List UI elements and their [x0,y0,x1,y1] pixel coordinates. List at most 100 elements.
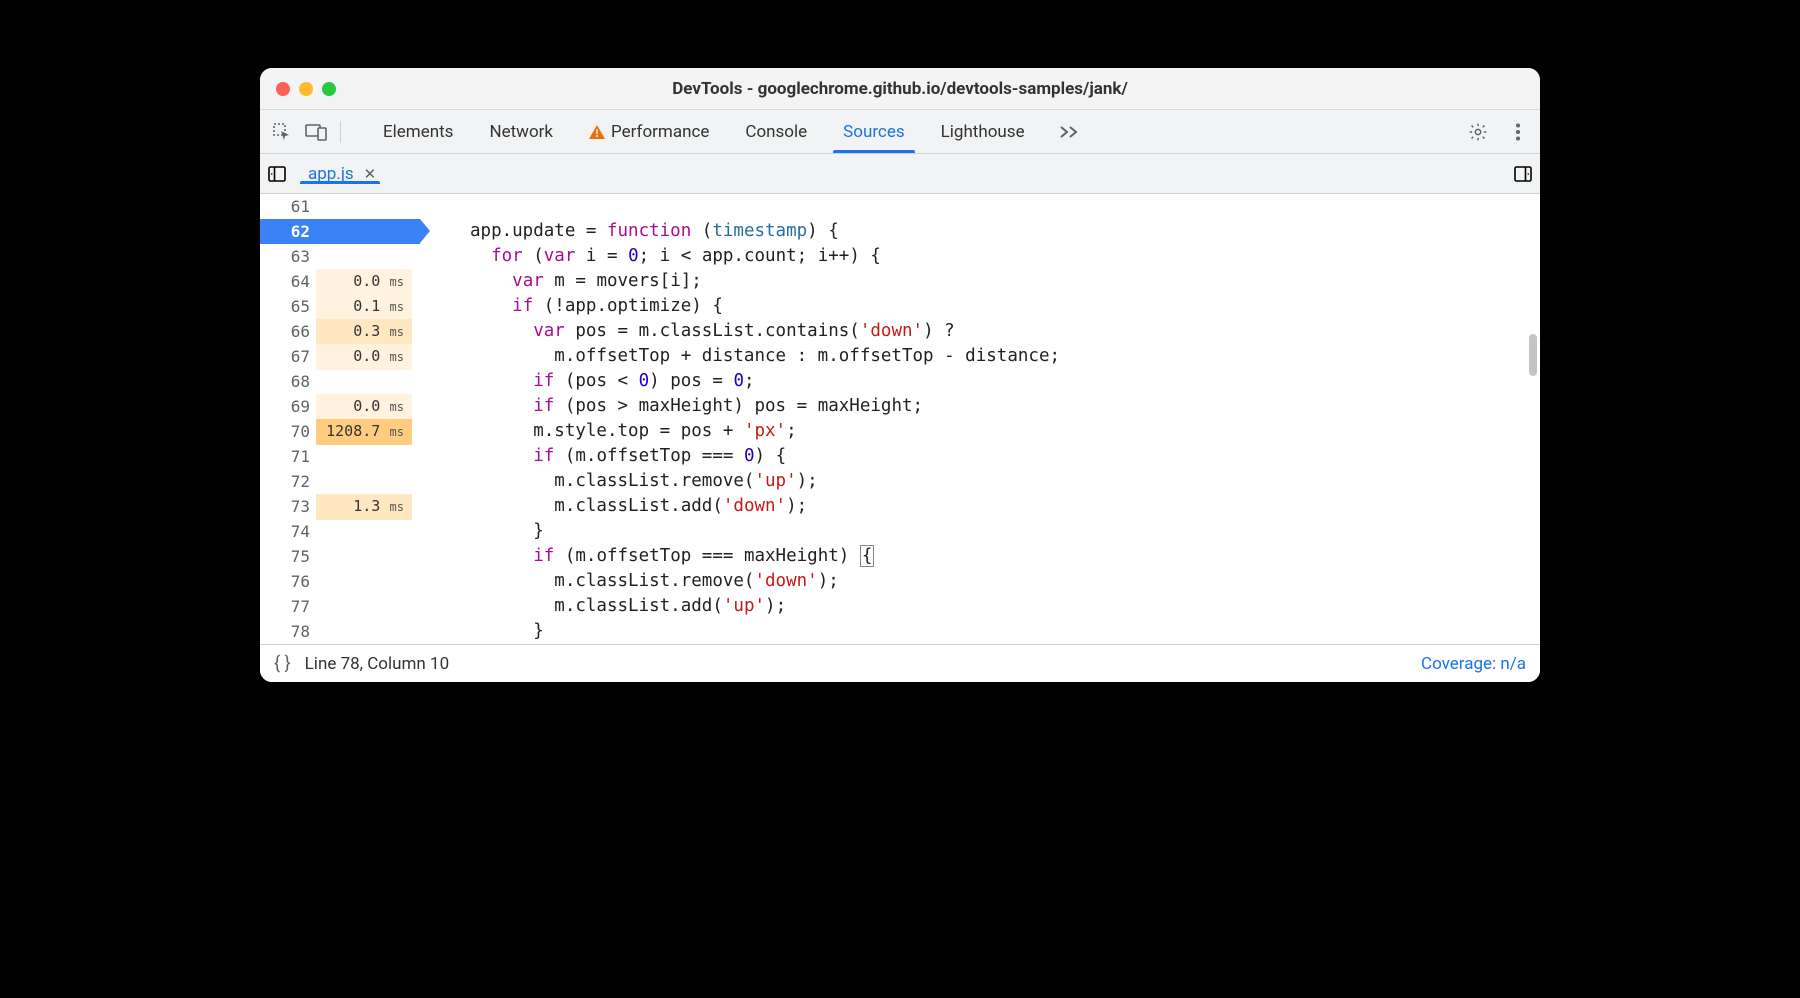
code-line[interactable]: if (pos < 0) pos = 0; [470,369,1540,394]
line-number: 69 [260,394,316,419]
gutter-row[interactable]: 78 [260,619,420,644]
code-line[interactable]: if (pos > maxHeight) pos = maxHeight; [470,394,1540,419]
gutter-row[interactable]: 75 [260,544,420,569]
tab-label: Sources [843,122,904,142]
line-number: 66 [260,319,316,344]
line-timing: 0.1 ms [316,294,412,320]
line-timing: 0.3 ms [316,319,412,345]
gutter-row[interactable]: 74 [260,519,420,544]
line-number: 78 [260,619,316,644]
gutter-row[interactable]: 650.1 ms [260,294,420,319]
code-line[interactable]: var m = movers[i]; [470,269,1540,294]
code-line[interactable]: var pos = m.classList.contains('down') ? [470,319,1540,344]
line-number: 75 [260,544,316,569]
titlebar: DevTools - googlechrome.github.io/devtoo… [260,68,1540,110]
show-navigator-icon[interactable] [268,166,286,182]
line-number: 73 [260,494,316,519]
tab-performance[interactable]: Performance [571,110,727,153]
file-tab-label: app.js [308,164,354,184]
minimize-window-button[interactable] [299,82,313,96]
close-window-button[interactable] [276,82,290,96]
gutter-row[interactable]: 63 [260,244,420,269]
divider [340,121,341,143]
tab-console[interactable]: Console [727,110,825,153]
line-timing: 1208.7 ms [316,419,412,445]
gutter-row[interactable]: 670.0 ms [260,344,420,369]
gutter-row[interactable]: 660.3 ms [260,319,420,344]
kebab-menu-icon[interactable] [1504,118,1532,146]
tab-label: Console [745,122,807,142]
code-area[interactable]: app.update = function (timestamp) { for … [420,194,1540,644]
gutter-row[interactable]: 68 [260,369,420,394]
coverage-link[interactable]: Coverage: n/a [1421,654,1526,674]
line-timing: 0.0 ms [316,344,412,370]
gutter-row[interactable]: 640.0 ms [260,269,420,294]
cursor-position: Line 78, Column 10 [305,654,449,674]
code-line[interactable]: } [470,619,1540,644]
more-tabs-icon[interactable] [1055,118,1083,146]
tab-label: Lighthouse [941,122,1025,142]
line-timing: 1.3 ms [316,494,412,520]
line-number: 68 [260,369,316,394]
panel-tabs: Elements Network Performance Console Sources… [365,110,1043,153]
gutter-row[interactable]: 61 [260,194,420,219]
code-line[interactable]: if (!app.optimize) { [470,294,1540,319]
line-number: 72 [260,469,316,494]
gutter-row[interactable]: 72 [260,469,420,494]
code-line[interactable]: if (m.offsetTop === 0) { [470,444,1540,469]
traffic-lights [276,82,336,96]
line-number: 64 [260,269,316,294]
editor-tab-bar: app.js ✕ [260,154,1540,194]
line-number: 77 [260,594,316,619]
code-line[interactable]: m.classList.add('up'); [470,594,1540,619]
code-line[interactable]: m.offsetTop + distance : m.offsetTop - d… [470,344,1540,369]
gutter-row[interactable]: 77 [260,594,420,619]
code-line[interactable]: m.classList.remove('up'); [470,469,1540,494]
code-line[interactable]: m.style.top = pos + 'px'; [470,419,1540,444]
tab-elements[interactable]: Elements [365,110,471,153]
tab-network[interactable]: Network [471,110,571,153]
line-number: 71 [260,444,316,469]
line-number: 67 [260,344,316,369]
line-timing: 0.0 ms [316,394,412,420]
gutter-row[interactable]: 731.3 ms [260,494,420,519]
gutter-row[interactable]: 76 [260,569,420,594]
tab-label: Elements [383,122,453,142]
window-title: DevTools - googlechrome.github.io/devtoo… [260,79,1540,99]
line-number: 61 [260,194,316,219]
line-number: 63 [260,244,316,269]
tab-label: Performance [611,122,709,142]
tab-sources[interactable]: Sources [825,110,922,153]
tab-lighthouse[interactable]: Lighthouse [923,110,1043,153]
main-toolbar: Elements Network Performance Console Sources… [260,110,1540,154]
status-bar: { } Line 78, Column 10 Coverage: n/a [260,644,1540,682]
code-line[interactable]: if (m.offsetTop === maxHeight) { [470,544,1540,569]
code-line[interactable]: m.classList.remove('down'); [470,569,1540,594]
close-tab-icon[interactable]: ✕ [364,165,377,183]
line-number: 70 [260,419,316,444]
line-number: 74 [260,519,316,544]
warning-icon [589,125,605,139]
code-line[interactable]: app.update = function (timestamp) { [470,219,1540,244]
vertical-scrollbar[interactable] [1529,334,1537,376]
show-debugger-icon[interactable] [1514,166,1532,182]
code-line[interactable] [470,194,1540,219]
settings-icon[interactable] [1464,118,1492,146]
line-number: 76 [260,569,316,594]
gutter-row[interactable]: 690.0 ms [260,394,420,419]
device-toolbar-icon[interactable] [302,118,330,146]
code-editor[interactable]: 616263640.0 ms650.1 ms660.3 ms670.0 ms68… [260,194,1540,644]
code-line[interactable]: } [470,519,1540,544]
code-line[interactable]: for (var i = 0; i < app.count; i++) { [470,244,1540,269]
inspect-element-icon[interactable] [268,118,296,146]
zoom-window-button[interactable] [322,82,336,96]
gutter-row[interactable]: 71 [260,444,420,469]
code-line[interactable]: m.classList.add('down'); [470,494,1540,519]
pretty-print-icon[interactable]: { } [274,653,291,674]
file-tab-appjs[interactable]: app.js ✕ [294,164,386,184]
line-timing: 0.0 ms [316,269,412,295]
gutter[interactable]: 616263640.0 ms650.1 ms660.3 ms670.0 ms68… [260,194,420,644]
gutter-row[interactable]: 701208.7 ms [260,419,420,444]
line-number: 62 [260,219,316,244]
gutter-row[interactable]: 62 [260,219,420,244]
